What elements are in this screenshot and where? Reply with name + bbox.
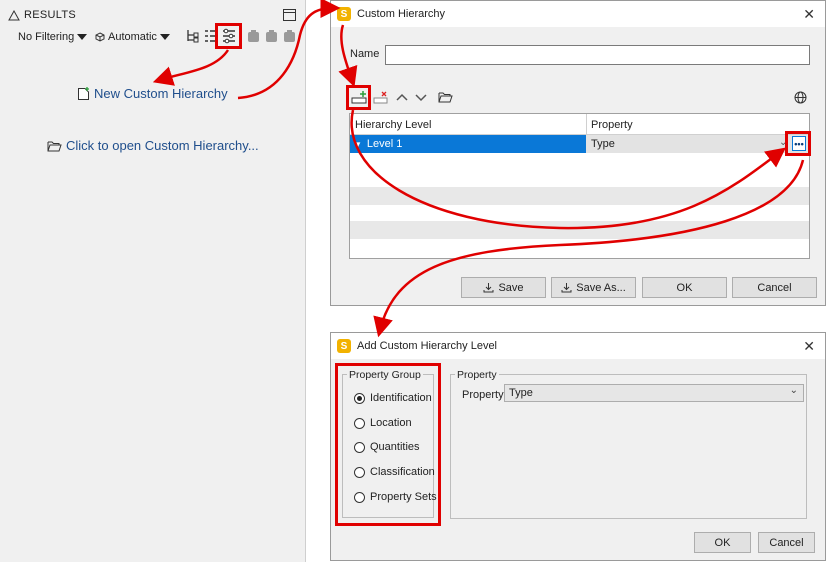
ok-button[interactable]: OK <box>694 532 751 553</box>
grid-stripe <box>350 221 809 239</box>
cancel-label: Cancel <box>769 536 804 549</box>
new-document-icon <box>78 86 89 100</box>
warning-icon <box>8 9 20 20</box>
chevron-down-icon <box>77 34 88 40</box>
save-label: Save <box>498 281 524 294</box>
highlight-box <box>785 131 811 156</box>
folder-open-icon <box>47 141 62 151</box>
custom-hierarchy-dialog: S Custom Hierarchy ✕ Name Hierarchy Leve… <box>330 0 826 306</box>
clipboard-icon[interactable] <box>246 28 262 44</box>
chevron-down-icon: ⌄ <box>789 385 798 396</box>
grid-header: Hierarchy Level Property <box>350 114 809 135</box>
arrow-down-icon[interactable] <box>415 92 427 102</box>
dialog-titlebar: S Custom Hierarchy ✕ <box>331 1 825 27</box>
folder-open-icon[interactable] <box>438 91 453 103</box>
cancel-button[interactable]: Cancel <box>758 532 815 553</box>
mode-label: Automatic <box>108 31 157 43</box>
download-icon <box>483 283 494 293</box>
maximize-icon[interactable] <box>283 9 296 21</box>
cancel-label: Cancel <box>757 281 792 294</box>
level-cell[interactable]: ▼ Level 1 <box>350 135 586 153</box>
property-select[interactable]: Type ⌄ <box>504 384 804 402</box>
highlight-box <box>335 363 441 526</box>
property-label: Property <box>462 389 504 401</box>
close-icon[interactable]: ✕ <box>803 338 815 355</box>
close-icon[interactable]: ✕ <box>803 6 815 23</box>
clipboard-icon[interactable] <box>264 28 280 44</box>
arrow-up-icon[interactable] <box>396 92 408 102</box>
remove-level-icon[interactable] <box>373 90 389 106</box>
add-level-dialog: S Add Custom Hierarchy Level ✕ Property … <box>330 332 826 561</box>
highlight-box <box>215 23 242 49</box>
property-section-label: Property <box>455 369 499 381</box>
results-panel: RESULTS No Filtering Automatic New Custo… <box>0 0 306 562</box>
cube-icon <box>95 32 105 42</box>
app-icon: S <box>337 339 351 353</box>
column-header-property: Property <box>591 119 633 131</box>
chevron-down-icon <box>159 34 170 40</box>
save-button[interactable]: Save <box>461 277 546 298</box>
cancel-button[interactable]: Cancel <box>732 277 817 298</box>
level-value: Level 1 <box>366 138 403 150</box>
new-custom-hierarchy-label: New Custom Hierarchy <box>94 86 228 101</box>
clipboard-icon[interactable] <box>282 28 298 44</box>
download-icon <box>561 283 572 293</box>
filter-dropdown[interactable]: No Filtering <box>18 31 88 43</box>
mode-dropdown[interactable]: Automatic <box>95 31 170 43</box>
dialog-titlebar: S Add Custom Hierarchy Level ✕ <box>331 333 825 359</box>
dialog-title: Custom Hierarchy <box>357 8 446 20</box>
ok-label: OK <box>714 536 731 549</box>
save-as-label: Save As... <box>576 281 626 294</box>
save-as-button[interactable]: Save As... <box>551 277 636 298</box>
ok-label: OK <box>676 281 693 294</box>
name-label: Name <box>350 48 380 60</box>
name-field[interactable] <box>385 45 810 65</box>
property-cell[interactable]: Type <box>591 138 615 150</box>
column-divider <box>586 114 587 135</box>
ok-button[interactable]: OK <box>642 277 727 298</box>
property-select-value: Type <box>509 387 533 399</box>
globe-icon[interactable] <box>794 91 807 104</box>
hierarchy-icon[interactable] <box>185 28 201 44</box>
new-custom-hierarchy-link[interactable]: New Custom Hierarchy <box>77 86 228 101</box>
results-header: RESULTS <box>8 9 76 21</box>
open-custom-hierarchy-link[interactable]: Click to open Custom Hierarchy... <box>47 138 259 153</box>
column-header-level: Hierarchy Level <box>355 119 432 131</box>
expand-triangle-icon: ▼ <box>354 139 362 149</box>
app-icon: S <box>337 7 351 21</box>
dialog-title: Add Custom Hierarchy Level <box>357 340 498 352</box>
table-row[interactable]: ▼ Level 1 Type ⌄ ••• <box>350 135 809 153</box>
open-custom-hierarchy-label: Click to open Custom Hierarchy... <box>66 138 259 153</box>
hierarchy-grid: Hierarchy Level Property ▼ Level 1 Type … <box>349 113 810 259</box>
results-title: RESULTS <box>24 9 77 21</box>
highlight-box <box>346 85 371 110</box>
filter-label: No Filtering <box>18 31 75 43</box>
grid-stripe <box>350 187 809 205</box>
